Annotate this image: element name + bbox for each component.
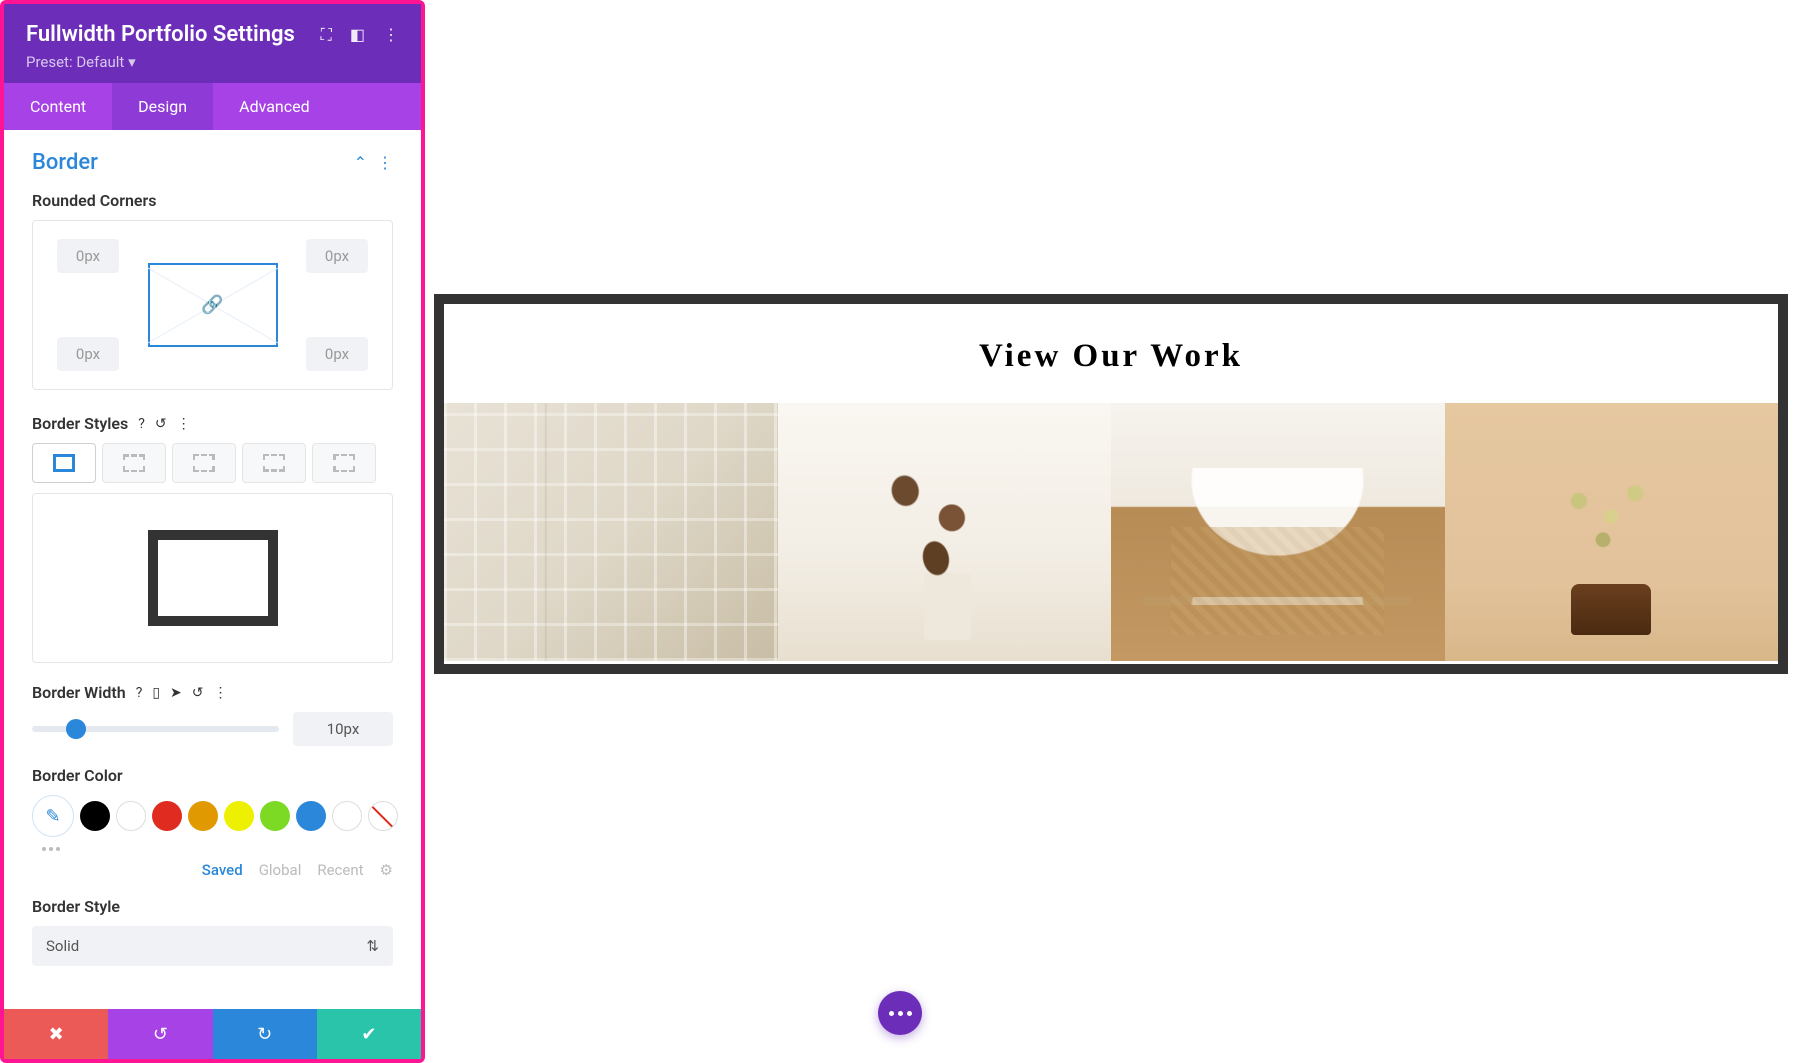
panel-title: Fullwidth Portfolio Settings: [26, 22, 295, 47]
border-style-label: Border Style: [32, 897, 393, 916]
portfolio-item[interactable]: [778, 403, 1112, 661]
corner-bl-input[interactable]: 0px: [57, 337, 119, 371]
color-tab-saved[interactable]: Saved: [202, 861, 243, 879]
border-style-buttons: [32, 443, 393, 483]
swatch-none[interactable]: [368, 801, 398, 831]
phone-icon[interactable]: ▯: [152, 685, 160, 701]
panel-body: Border ⌃ ⋮ Rounded Corners 0px 0px 0px 0…: [4, 130, 421, 1009]
swatch-red[interactable]: [152, 801, 182, 831]
help-icon[interactable]: ?: [138, 416, 145, 432]
color-tab-recent[interactable]: Recent: [317, 861, 363, 879]
dot-icon: [907, 1011, 912, 1016]
hover-icon[interactable]: ➤: [170, 685, 182, 701]
swatch-green[interactable]: [260, 801, 290, 831]
rounded-corners-control: 0px 0px 0px 0px 🔗: [32, 220, 393, 390]
portfolio-item[interactable]: [1111, 403, 1445, 661]
panel-header: Fullwidth Portfolio Settings ⛶ ◧ ⋮ Prese…: [4, 4, 421, 83]
rounded-corners-label: Rounded Corners: [32, 191, 393, 210]
select-arrows-icon: ⇅: [366, 937, 379, 955]
border-width-input[interactable]: 10px: [293, 712, 393, 746]
settings-panel: Fullwidth Portfolio Settings ⛶ ◧ ⋮ Prese…: [0, 0, 425, 1063]
kebab-icon[interactable]: ⋮: [214, 685, 228, 701]
expand-icon[interactable]: ⛶: [321, 25, 332, 45]
help-icon[interactable]: ?: [136, 685, 143, 701]
link-icon[interactable]: 🔗: [201, 295, 223, 316]
border-preview-box: [32, 493, 393, 663]
border-color-label: Border Color: [32, 766, 393, 785]
settings-tabs: Content Design Advanced: [4, 83, 421, 130]
swatch-orange[interactable]: [188, 801, 218, 831]
confirm-button[interactable]: ✔: [317, 1009, 421, 1059]
border-style-top[interactable]: [102, 443, 166, 483]
portfolio-item[interactable]: [444, 403, 778, 661]
chevron-down-icon: ▾: [128, 53, 136, 71]
redo-button[interactable]: ↻: [213, 1009, 317, 1059]
slider-thumb[interactable]: [66, 719, 86, 739]
undo-button[interactable]: ↺: [108, 1009, 212, 1059]
section-title[interactable]: Border: [32, 150, 98, 175]
swatch-yellow[interactable]: [224, 801, 254, 831]
preset-selector[interactable]: Preset: Default ▾: [26, 53, 399, 71]
color-swatches: ✎: [32, 795, 393, 837]
tab-content[interactable]: Content: [4, 83, 112, 130]
border-width-slider[interactable]: [32, 726, 279, 732]
border-style-right[interactable]: [172, 443, 236, 483]
swatch-white[interactable]: [116, 801, 146, 831]
floating-action-button[interactable]: [878, 991, 922, 1035]
portfolio-preview: View Our Work: [434, 294, 1788, 674]
kebab-icon[interactable]: ⋮: [377, 153, 393, 172]
eyedropper-icon[interactable]: ✎: [32, 795, 74, 837]
border-style-value: Solid: [46, 937, 79, 955]
swatch-black[interactable]: [80, 801, 110, 831]
border-width-label: Border Width: [32, 683, 126, 702]
border-style-select[interactable]: Solid ⇅: [32, 926, 393, 966]
swatch-white-2[interactable]: [332, 801, 362, 831]
corner-tr-input[interactable]: 0px: [306, 239, 368, 273]
cancel-button[interactable]: ✖: [4, 1009, 108, 1059]
border-styles-label: Border Styles: [32, 414, 128, 433]
corner-br-input[interactable]: 0px: [306, 337, 368, 371]
corner-tl-input[interactable]: 0px: [57, 239, 119, 273]
panel-footer: ✖ ↺ ↻ ✔: [4, 1009, 421, 1059]
tab-advanced[interactable]: Advanced: [213, 83, 336, 130]
reset-icon[interactable]: ↺: [155, 416, 167, 432]
reset-icon[interactable]: ↺: [192, 685, 204, 701]
border-style-bottom[interactable]: [242, 443, 306, 483]
kebab-icon[interactable]: ⋮: [177, 416, 191, 432]
dot-icon: [889, 1011, 894, 1016]
swatch-blue[interactable]: [296, 801, 326, 831]
preset-label: Preset: Default: [26, 53, 124, 71]
portfolio-title: View Our Work: [444, 304, 1778, 403]
border-style-left[interactable]: [312, 443, 376, 483]
color-more-dots[interactable]: [42, 847, 393, 851]
portfolio-grid: [444, 403, 1778, 661]
sidebar-toggle-icon[interactable]: ◧: [350, 25, 365, 44]
kebab-icon[interactable]: ⋮: [383, 25, 399, 44]
corner-link-preview: 🔗: [148, 263, 278, 347]
portfolio-item[interactable]: [1445, 403, 1779, 661]
border-style-all[interactable]: [32, 443, 96, 483]
dot-icon: [898, 1011, 903, 1016]
tab-design[interactable]: Design: [112, 83, 213, 130]
chevron-up-icon[interactable]: ⌃: [354, 153, 367, 172]
border-preview-rect: [148, 530, 278, 626]
color-tab-global[interactable]: Global: [259, 861, 302, 879]
gear-icon[interactable]: ⚙: [380, 861, 393, 879]
